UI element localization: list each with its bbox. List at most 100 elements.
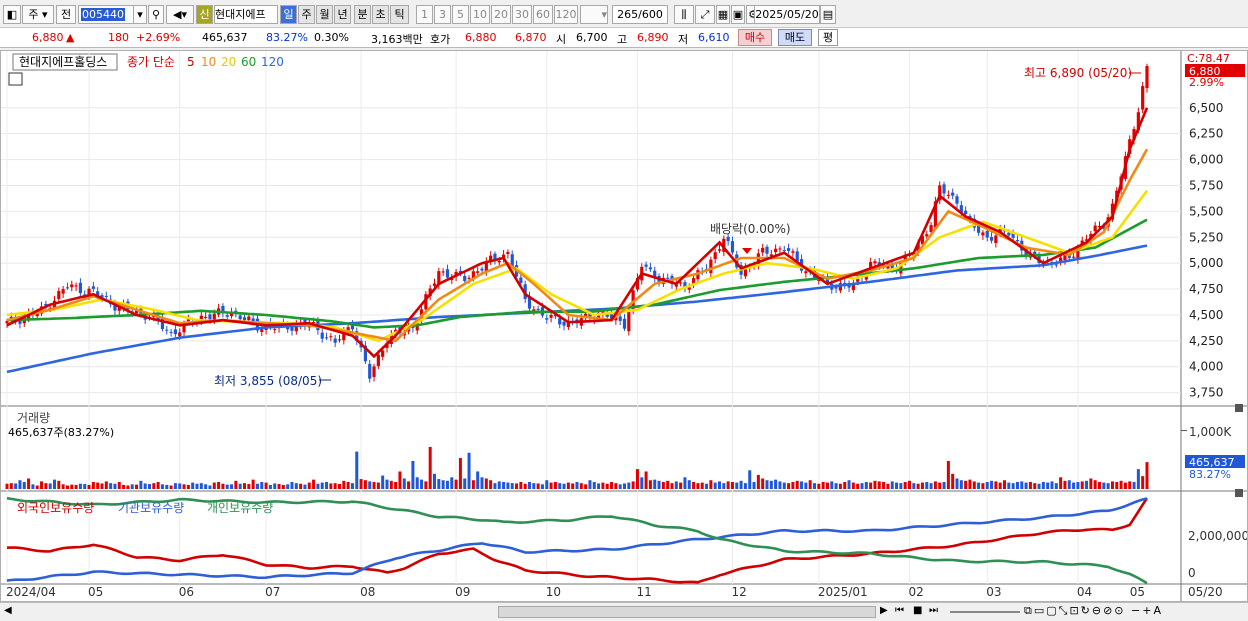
scroll-thumb[interactable] (498, 606, 876, 618)
zoom-slider[interactable] (950, 611, 1020, 613)
volume-bar (83, 484, 87, 489)
volume-bar (545, 480, 549, 489)
low-label: 저 (678, 33, 689, 46)
candle-body (1071, 256, 1076, 258)
save-icon[interactable]: ▣ (731, 5, 745, 24)
sell-button[interactable]: 매도 (778, 29, 812, 46)
x-tick-label: 2024/04 (6, 585, 56, 599)
candle-body (1015, 239, 1020, 242)
candle-body (1007, 232, 1011, 236)
interval-select[interactable]: ▾ (580, 5, 608, 24)
volume-bar (471, 480, 475, 489)
volume-bar (1119, 480, 1123, 489)
first-icon[interactable]: ⏮ (895, 605, 904, 616)
candle-body (536, 308, 540, 310)
interval-month[interactable]: 월 (316, 5, 333, 24)
volume-bar (1106, 483, 1110, 489)
candle-body (562, 321, 566, 326)
candle-body (70, 284, 74, 288)
volume-bar (476, 471, 480, 489)
volume-bar (506, 482, 510, 489)
num-5[interactable]: 5 (452, 5, 469, 24)
candle-body (178, 332, 182, 337)
speaker-icon[interactable]: ◀▾ (166, 5, 194, 24)
stop-icon[interactable]: ■ (913, 605, 922, 616)
interval-second[interactable]: 초 (372, 5, 389, 24)
volume-bar (27, 478, 31, 489)
calendar-icon[interactable]: ▤ (820, 5, 836, 24)
draw-tool-icon[interactable]: ⤢ (695, 5, 715, 24)
volume-bar (1136, 469, 1140, 489)
search-icon[interactable]: ⚲ (148, 5, 164, 24)
volume-bar (87, 484, 91, 489)
volume-bar (225, 484, 229, 489)
volume-bar (169, 485, 173, 489)
volume-bar (558, 483, 562, 489)
candle-body (627, 311, 631, 332)
stock-name[interactable]: 현대지에프 (214, 5, 278, 24)
period-tab-label: 주 (28, 8, 39, 21)
num-20[interactable]: 20 (491, 5, 511, 24)
volume-bar (571, 483, 575, 489)
num-30[interactable]: 30 (512, 5, 532, 24)
volume-bar (553, 481, 557, 489)
period-tab[interactable]: 주 ▾ (22, 5, 54, 24)
volume-bar (1020, 481, 1024, 489)
num-60[interactable]: 60 (533, 5, 553, 24)
grid-icon[interactable]: ▦ (716, 5, 730, 24)
candle-body (242, 317, 247, 321)
calculator-icon[interactable] (8, 72, 23, 86)
volume-bar (968, 479, 972, 489)
avg-button[interactable]: 평 (818, 29, 838, 46)
buy-button[interactable]: 매수 (738, 29, 772, 46)
volume-bar (247, 484, 251, 489)
prev-button[interactable]: 전 (56, 5, 76, 24)
interval-day[interactable]: 일 (280, 5, 297, 24)
chart-tools-icons[interactable]: ⧉▭▢⤡⊡↻⊖⊘⊙ −+A (1024, 604, 1163, 618)
candle-body (666, 277, 670, 279)
num-10[interactable]: 10 (470, 5, 490, 24)
num-120[interactable]: 120 (554, 5, 578, 24)
window-icon[interactable]: ◧ (3, 5, 21, 24)
chart-area[interactable]: 현대지에프홀딩스 종가 단순 5 10 20 60 120 거래량 465,637주(83.27… (0, 50, 1248, 602)
price-ytick: 4,250 (1189, 334, 1223, 348)
volume-bar (653, 479, 657, 489)
volume-bar (484, 478, 488, 489)
volume-bar (61, 484, 65, 489)
scroll-right-icon[interactable]: ▶ (880, 605, 888, 616)
volume-bar (752, 481, 756, 489)
candle-body (238, 315, 242, 320)
code-dropdown-icon[interactable]: ▾ (133, 5, 147, 24)
interval-week[interactable]: 주 (298, 5, 315, 24)
volume-bar (178, 483, 182, 489)
volume-bar (795, 480, 799, 489)
date-input[interactable]: 2025/05/20 (754, 5, 820, 24)
num-1[interactable]: 1 (416, 5, 433, 24)
candle-type-icon[interactable]: ⫼ (674, 5, 694, 24)
chart-svg[interactable]: 현대지에프홀딩스 종가 단순 5 10 20 60 120거래량465,637주(83.27… (1, 51, 1247, 601)
interval-minute[interactable]: 분 (354, 5, 371, 24)
price-badge-pct: 2.99% (1189, 76, 1224, 89)
candle-body (273, 329, 277, 331)
scroll-left-icon[interactable]: ◀ (4, 605, 12, 616)
volume-bar (260, 481, 264, 489)
code-input[interactable]: 005440 (78, 5, 134, 24)
candle-body (441, 271, 445, 273)
volume-bar (666, 480, 670, 489)
x-tick-label: 06 (179, 585, 194, 599)
interval-tick[interactable]: 틱 (390, 5, 409, 24)
price-ytick: 4,500 (1189, 308, 1223, 322)
num-3[interactable]: 3 (434, 5, 451, 24)
candle-body (1093, 225, 1097, 232)
interval-year[interactable]: 년 (334, 5, 351, 24)
volume-bar (912, 483, 916, 489)
volume-bar (510, 483, 514, 489)
volume-bar (946, 460, 950, 489)
volume-bar (605, 483, 609, 489)
volume-bar (631, 481, 635, 489)
volume-bar (329, 483, 333, 489)
last-icon[interactable]: ⏭ (929, 605, 938, 616)
candle-body (260, 329, 264, 332)
count-field[interactable]: 265/600 (612, 5, 668, 24)
price-ytick: 6,000 (1189, 153, 1223, 167)
